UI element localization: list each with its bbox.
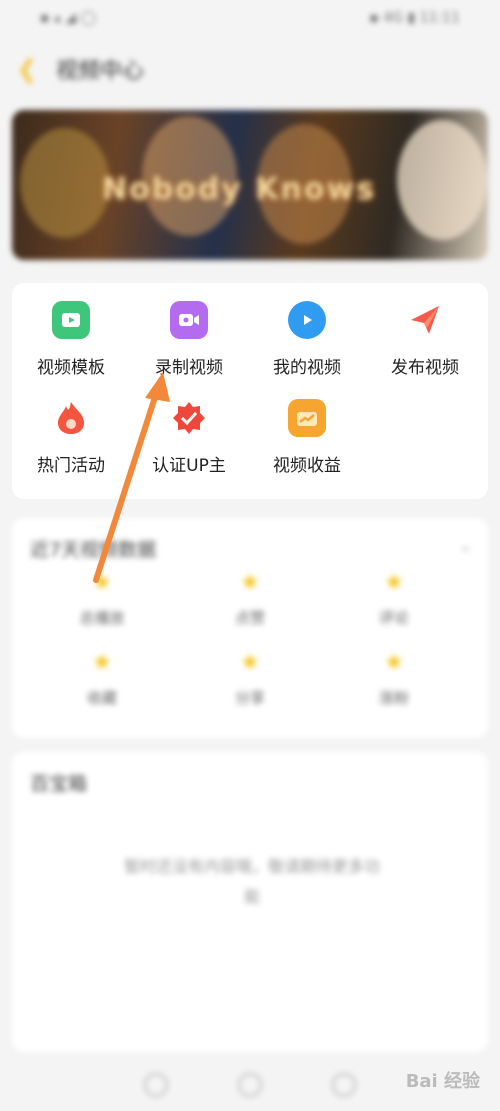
tool-label: 视频收益 bbox=[273, 456, 341, 476]
tool-publish-video[interactable]: 发布视频 bbox=[366, 301, 484, 378]
banner-text: Nobody Knows bbox=[102, 172, 377, 207]
stat-label: 涨粉 bbox=[378, 689, 409, 707]
empty-state-text: 暂时还没有内容哦，敬请期待更多功能 bbox=[123, 857, 380, 906]
nav-center-icon[interactable] bbox=[238, 1072, 262, 1097]
tool-label: 认证UP主 bbox=[152, 456, 226, 476]
stat-label: 点赞 bbox=[234, 609, 265, 627]
stat-item: ★ 点赞 bbox=[190, 570, 310, 628]
video-template-icon bbox=[52, 301, 90, 339]
star-icon: ★ bbox=[240, 650, 260, 675]
header: ❮ 视频中心 bbox=[0, 46, 500, 92]
status-right: ▪ 4G ▮ 11:11 bbox=[369, 10, 460, 26]
watermark-logo: Bai 经验 bbox=[406, 1067, 480, 1093]
star-icon: ★ bbox=[92, 570, 112, 595]
star-icon: ★ bbox=[384, 650, 404, 675]
star-icon: ★ bbox=[92, 650, 112, 675]
page-title: 视频中心 bbox=[56, 59, 145, 84]
publish-video-icon bbox=[406, 301, 444, 339]
star-icon: ★ bbox=[384, 570, 404, 595]
nav-home-icon[interactable] bbox=[144, 1072, 168, 1097]
back-icon[interactable]: ❮ bbox=[16, 54, 38, 84]
tool-label: 热门活动 bbox=[37, 456, 105, 476]
tool-video-earnings[interactable]: 视频收益 bbox=[248, 399, 366, 476]
video-earnings-icon bbox=[288, 399, 326, 437]
my-video-icon bbox=[288, 301, 326, 339]
toolbox-card: 百宝箱 暂时还没有内容哦，敬请期待更多功能 bbox=[12, 752, 488, 1052]
banner[interactable]: Nobody Knows bbox=[12, 110, 488, 260]
stat-label: 评论 bbox=[378, 609, 409, 627]
tool-hot-activity[interactable]: 热门活动 bbox=[12, 399, 130, 476]
nav-profile-icon[interactable] bbox=[332, 1072, 356, 1097]
record-video-icon bbox=[170, 301, 208, 339]
tool-video-template[interactable]: 视频模板 bbox=[12, 301, 130, 378]
watermark-text: Bai 经验 bbox=[405, 1071, 480, 1092]
tool-record-video[interactable]: 录制视频 bbox=[130, 301, 248, 378]
hot-activity-icon bbox=[52, 399, 90, 437]
tool-label: 我的视频 bbox=[273, 358, 341, 378]
stat-item: ★ 评论 bbox=[334, 570, 454, 628]
tool-verified-up[interactable]: 认证UP主 bbox=[130, 399, 248, 476]
section-title: 近7天视频数据 bbox=[30, 539, 157, 561]
stat-item: ★ 收藏 bbox=[42, 650, 162, 708]
stat-item: ★ 涨粉 bbox=[334, 650, 454, 708]
tool-label: 录制视频 bbox=[155, 358, 223, 378]
status-left: ▪ ▴ ◢ ◯ bbox=[40, 10, 97, 26]
star-icon: ★ bbox=[240, 570, 260, 595]
tool-label: 视频模板 bbox=[37, 358, 105, 378]
section-title: 百宝箱 bbox=[30, 773, 88, 795]
status-bar: ▪ ▴ ◢ ◯ ▪ 4G ▮ 11:11 bbox=[0, 0, 500, 36]
stat-item: ★ 总播放 bbox=[42, 570, 162, 628]
chevron-down-icon[interactable]: ⌄ bbox=[459, 536, 472, 555]
tool-label: 发布视频 bbox=[391, 358, 459, 378]
tools-card: 视频模板 录制视频 我的视频 发布视频 热门活动 认证UP主 视频收益 bbox=[12, 283, 488, 499]
stat-label: 总播放 bbox=[79, 609, 125, 627]
stat-label: 分享 bbox=[234, 689, 265, 707]
video-data-card: 近7天视频数据 ⌄ ★ 总播放 ★ 点赞 ★ 评论 ★ 收藏 ★ 分享 ★ 涨粉 bbox=[12, 518, 488, 738]
stat-label: 收藏 bbox=[86, 689, 117, 707]
stat-item: ★ 分享 bbox=[190, 650, 310, 708]
tool-my-video[interactable]: 我的视频 bbox=[248, 301, 366, 378]
verified-up-icon bbox=[170, 399, 208, 437]
